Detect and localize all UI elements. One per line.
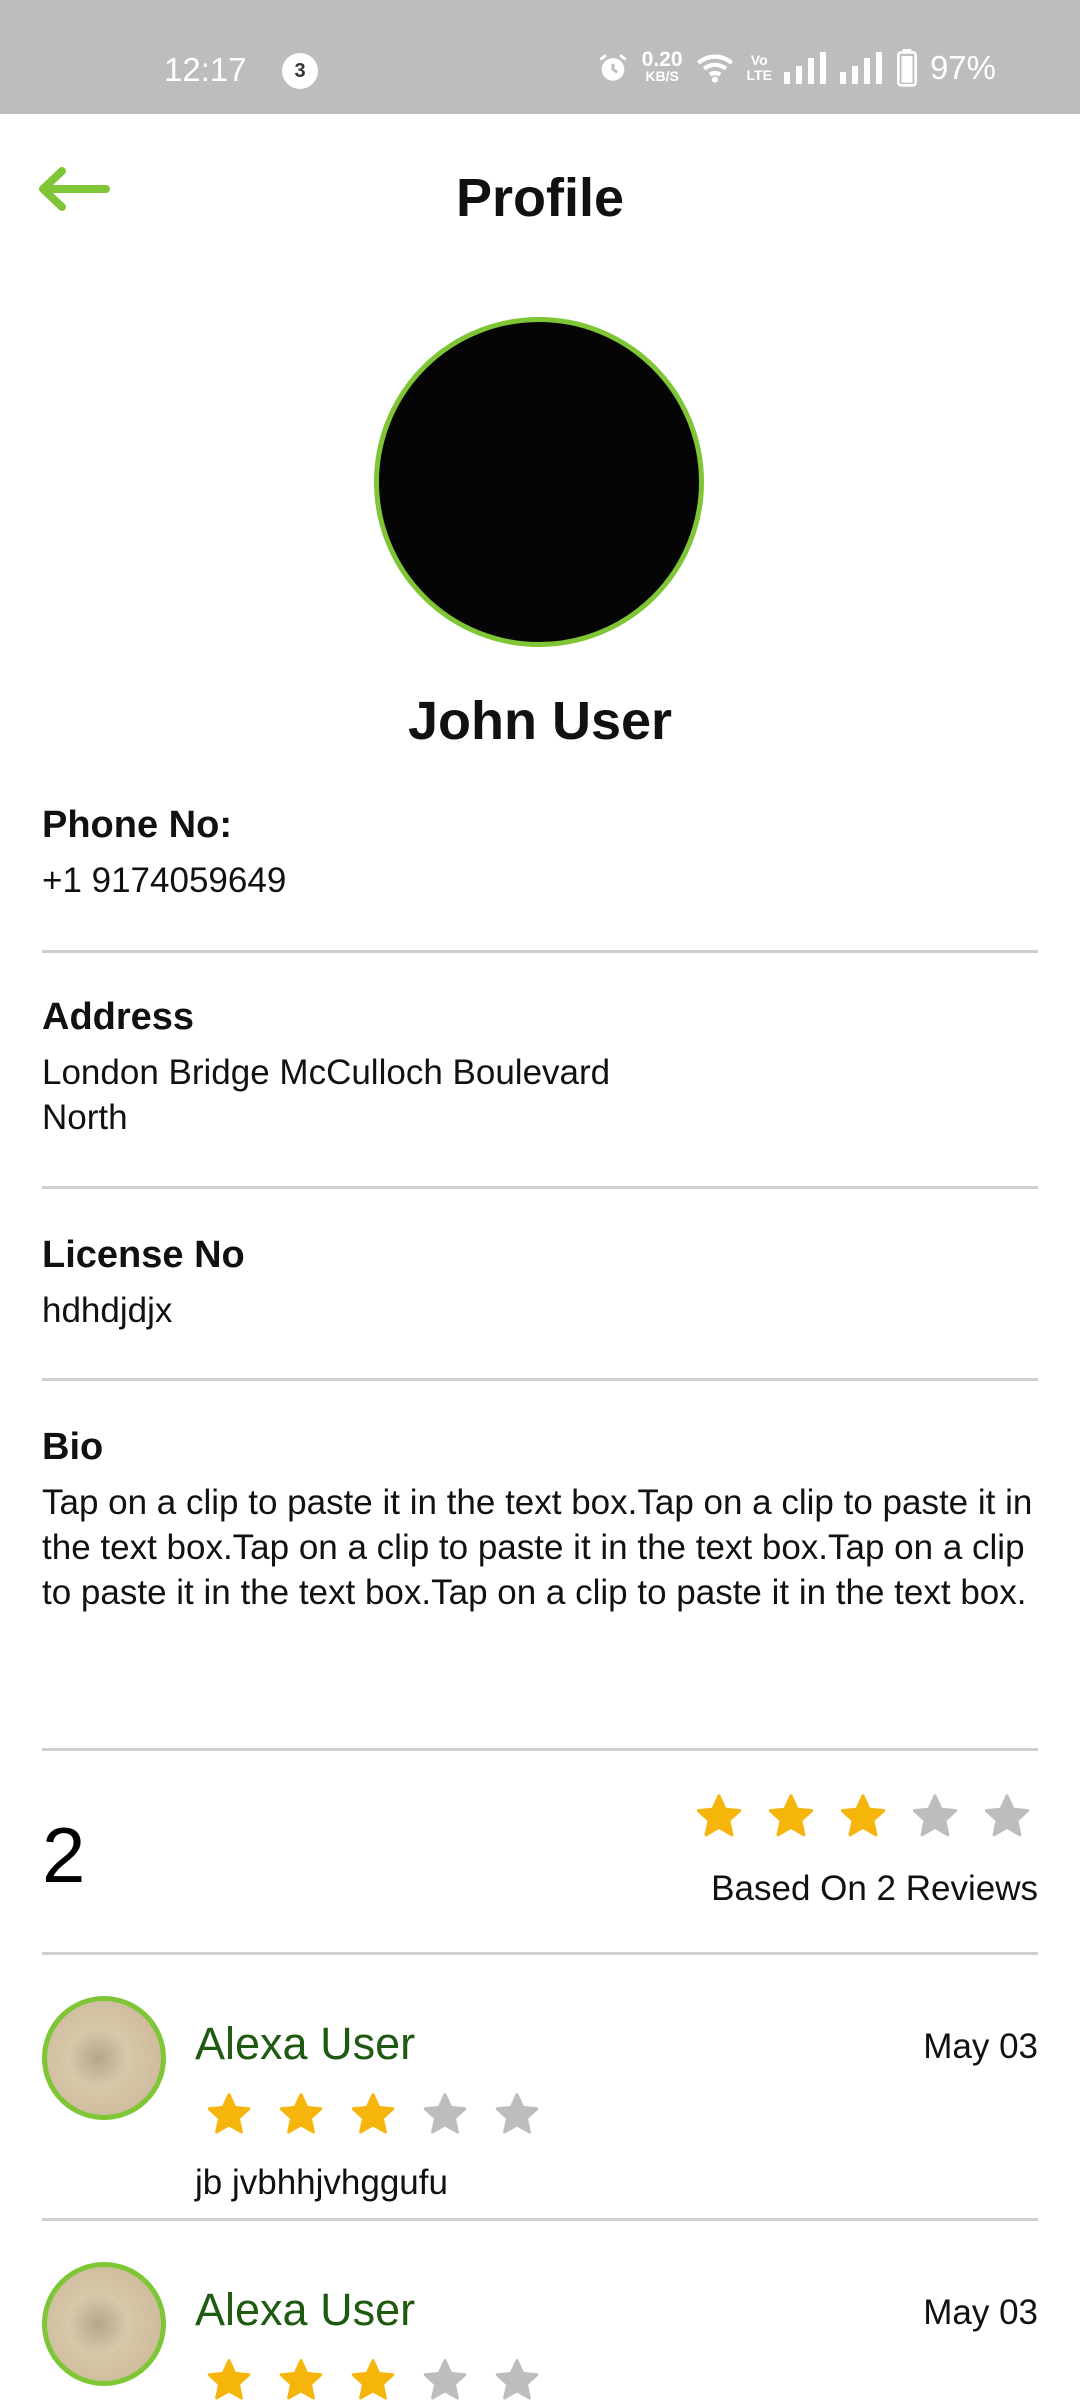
divider: [42, 2218, 1038, 2221]
alarm-icon: [599, 54, 627, 81]
star-filled-icon: [279, 2093, 323, 2134]
rating-stars: [694, 1790, 1032, 1840]
star-empty-icon: [912, 1794, 958, 1837]
review-text: jb jvbhhjvhggufu: [195, 2163, 448, 2202]
volte-top: Vo: [750, 52, 768, 68]
bio-section: Bio Tap on a clip to paste it in the tex…: [42, 1422, 1038, 1615]
star-filled-icon: [279, 2359, 323, 2400]
status-icons: 0.20 KB/S Vo LTE 97%: [596, 46, 996, 90]
status-time: 12:17: [164, 51, 247, 88]
wifi-icon: [696, 54, 733, 83]
reviewer-avatar: [42, 2262, 166, 2386]
reviewer-name: Alexa User: [195, 2018, 416, 2069]
phone-label: Phone No:: [42, 804, 232, 846]
star-filled-icon: [840, 1794, 886, 1837]
address-label: Address: [42, 996, 195, 1038]
status-bar: 12:17 3 0.20 KB/S Vo LTE 97%: [0, 0, 1080, 114]
star-filled-icon: [768, 1794, 814, 1837]
review-item: Alexa User May 03: [42, 2262, 1038, 2400]
license-label: License No: [42, 1234, 245, 1276]
review-stars: [205, 2355, 541, 2403]
star-empty-icon: [423, 2359, 467, 2400]
divider: [42, 1378, 1038, 1381]
address-line-1: London Bridge McCulloch Boulevard: [42, 1053, 611, 1092]
divider: [42, 950, 1038, 953]
star-filled-icon: [207, 2093, 251, 2134]
profile-avatar[interactable]: [374, 317, 704, 647]
star-empty-icon: [495, 2093, 539, 2134]
license-value: hdhdjdjx: [42, 1291, 173, 1330]
signal-icon: [783, 52, 826, 84]
phone-section: Phone No: +1 9174059649: [42, 800, 1038, 903]
battery-percent: 97%: [929, 49, 996, 86]
address-section: Address London Bridge McCulloch Boulevar…: [42, 992, 1038, 1140]
review-item: Alexa User May 03 jb jvbhhjvhggufu: [42, 1996, 1038, 2216]
notification-badge: 3: [282, 53, 318, 89]
signal-icon-2: [839, 52, 882, 84]
bio-value: Tap on a clip to paste it in the text bo…: [42, 1483, 1033, 1612]
star-empty-icon: [984, 1794, 1030, 1837]
network-speed: 0.20 KB/S: [641, 48, 683, 85]
reviewer-avatar: [42, 1996, 166, 2120]
divider: [42, 1748, 1038, 1751]
bio-label: Bio: [42, 1426, 104, 1468]
phone-value: +1 9174059649: [42, 861, 287, 900]
star-filled-icon: [207, 2359, 251, 2400]
network-speed-value: 0.20: [641, 48, 683, 71]
page-title: Profile: [455, 168, 625, 228]
divider: [42, 1186, 1038, 1189]
license-section: License No hdhdjdjx: [42, 1230, 1038, 1333]
address-value: London Bridge McCulloch Boulevard North: [42, 1050, 1038, 1140]
address-line-2: North: [42, 1098, 128, 1137]
star-filled-icon: [351, 2359, 395, 2400]
top-bar: Profile: [0, 114, 1080, 284]
volte-indicator: Vo LTE: [747, 53, 772, 83]
star-empty-icon: [495, 2359, 539, 2400]
star-filled-icon: [696, 1794, 742, 1837]
review-date: May 03: [923, 2027, 1038, 2066]
star-filled-icon: [351, 2093, 395, 2134]
star-empty-icon: [423, 2093, 467, 2134]
volte-bottom: LTE: [746, 67, 772, 83]
network-speed-unit: KB/S: [645, 68, 679, 84]
profile-name: John User: [407, 691, 673, 751]
rating-based-on: Based On 2 Reviews: [711, 1869, 1038, 1908]
review-stars: [205, 2089, 541, 2137]
review-date: May 03: [923, 2293, 1038, 2332]
reviewer-name: Alexa User: [195, 2284, 416, 2335]
battery-icon: [897, 49, 917, 87]
rating-count: 2: [42, 1811, 86, 1899]
divider: [42, 1952, 1038, 1955]
